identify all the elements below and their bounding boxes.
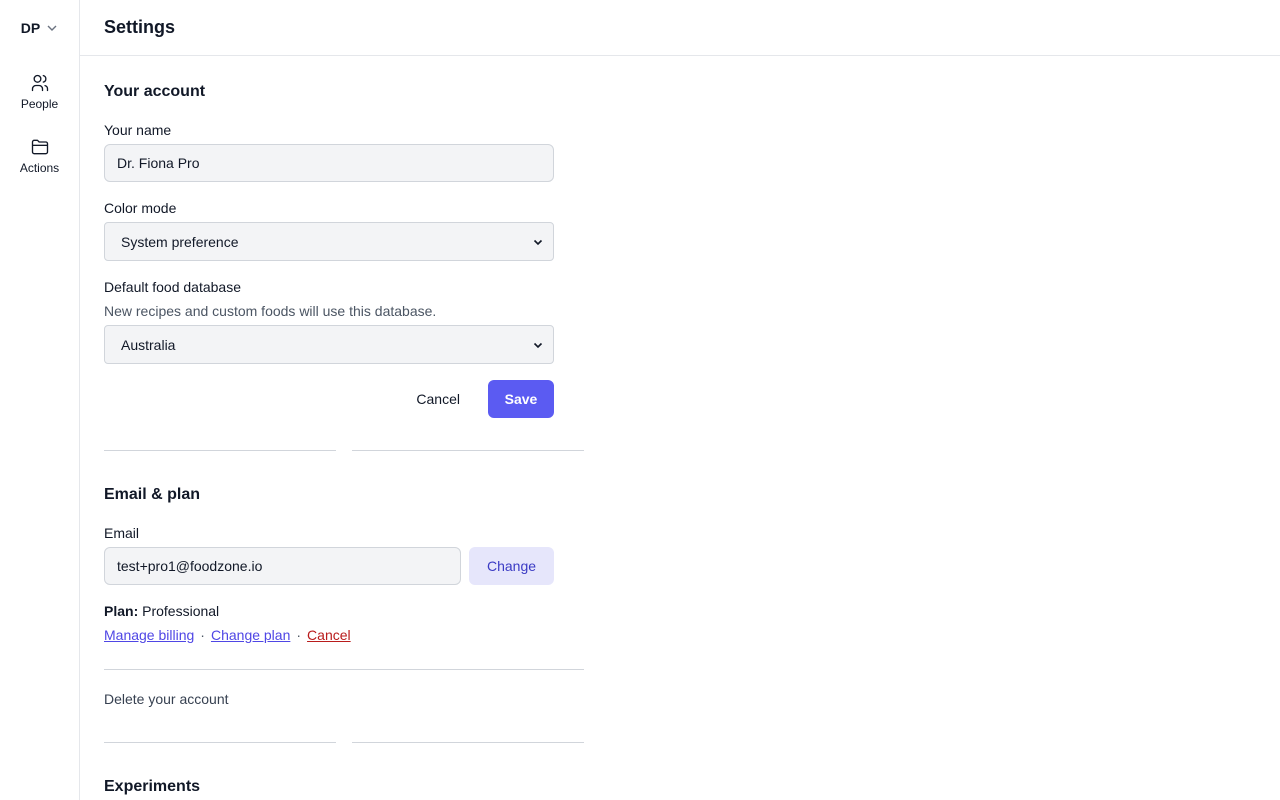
link-separator: · — [200, 627, 205, 643]
manage-billing-link[interactable]: Manage billing — [104, 627, 194, 643]
sidebar-item-actions[interactable]: Actions — [0, 124, 79, 188]
food-db-help: New recipes and custom foods will use th… — [104, 303, 437, 319]
section-title-email-plan: Email & plan — [104, 486, 201, 503]
color-mode-label: Color mode — [104, 200, 177, 216]
name-input[interactable]: Dr. Fiona Pro — [104, 144, 554, 182]
divider — [104, 742, 584, 743]
section-title-experiments: Experiments — [104, 778, 201, 795]
name-label: Your name — [104, 122, 172, 138]
save-button[interactable]: Save — [488, 380, 554, 418]
plan-prefix: Plan: — [104, 603, 139, 619]
plan-info: Plan: Professional — [104, 603, 219, 619]
color-mode-select[interactable]: System preference — [104, 222, 554, 261]
color-mode-value: System preference — [121, 233, 239, 250]
divider — [104, 450, 584, 451]
delete-account-link[interactable]: Delete your account — [104, 691, 229, 707]
section-title-account: Your account — [104, 83, 206, 100]
sidebar-item-people[interactable]: People — [0, 60, 79, 124]
food-db-label: Default food database — [104, 279, 241, 295]
food-db-select[interactable]: Australia — [104, 325, 554, 364]
email-label: Email — [104, 525, 140, 541]
chevron-down-icon — [47, 25, 57, 31]
people-icon — [31, 74, 48, 92]
chevron-down-icon — [533, 342, 543, 348]
account-actions: Cancel Save — [104, 380, 554, 418]
account-switcher[interactable]: DP — [0, 0, 79, 56]
email-field: test+pro1@foodzone.io — [104, 547, 461, 585]
sidebar-item-label: People — [20, 97, 59, 111]
change-email-button[interactable]: Change — [469, 547, 554, 585]
cancel-button[interactable]: Cancel — [400, 380, 476, 418]
food-db-value: Australia — [121, 336, 176, 353]
chevron-down-icon — [533, 239, 543, 245]
link-separator: · — [296, 627, 302, 643]
page-title: Settings — [104, 17, 176, 37]
plan-links: Manage billing · Change plan · Cancel — [104, 627, 351, 643]
folder-icon — [31, 139, 48, 155]
change-plan-link[interactable]: Change plan — [211, 627, 290, 643]
divider — [104, 669, 584, 670]
plan-value: Professional — [142, 603, 220, 619]
sidebar: DP People Actions — [0, 0, 80, 800]
page-header: Settings — [80, 0, 1280, 56]
account-initials: DP — [20, 20, 41, 36]
cancel-plan-link[interactable]: Cancel — [307, 627, 351, 643]
sidebar-item-label: Actions — [19, 161, 60, 175]
